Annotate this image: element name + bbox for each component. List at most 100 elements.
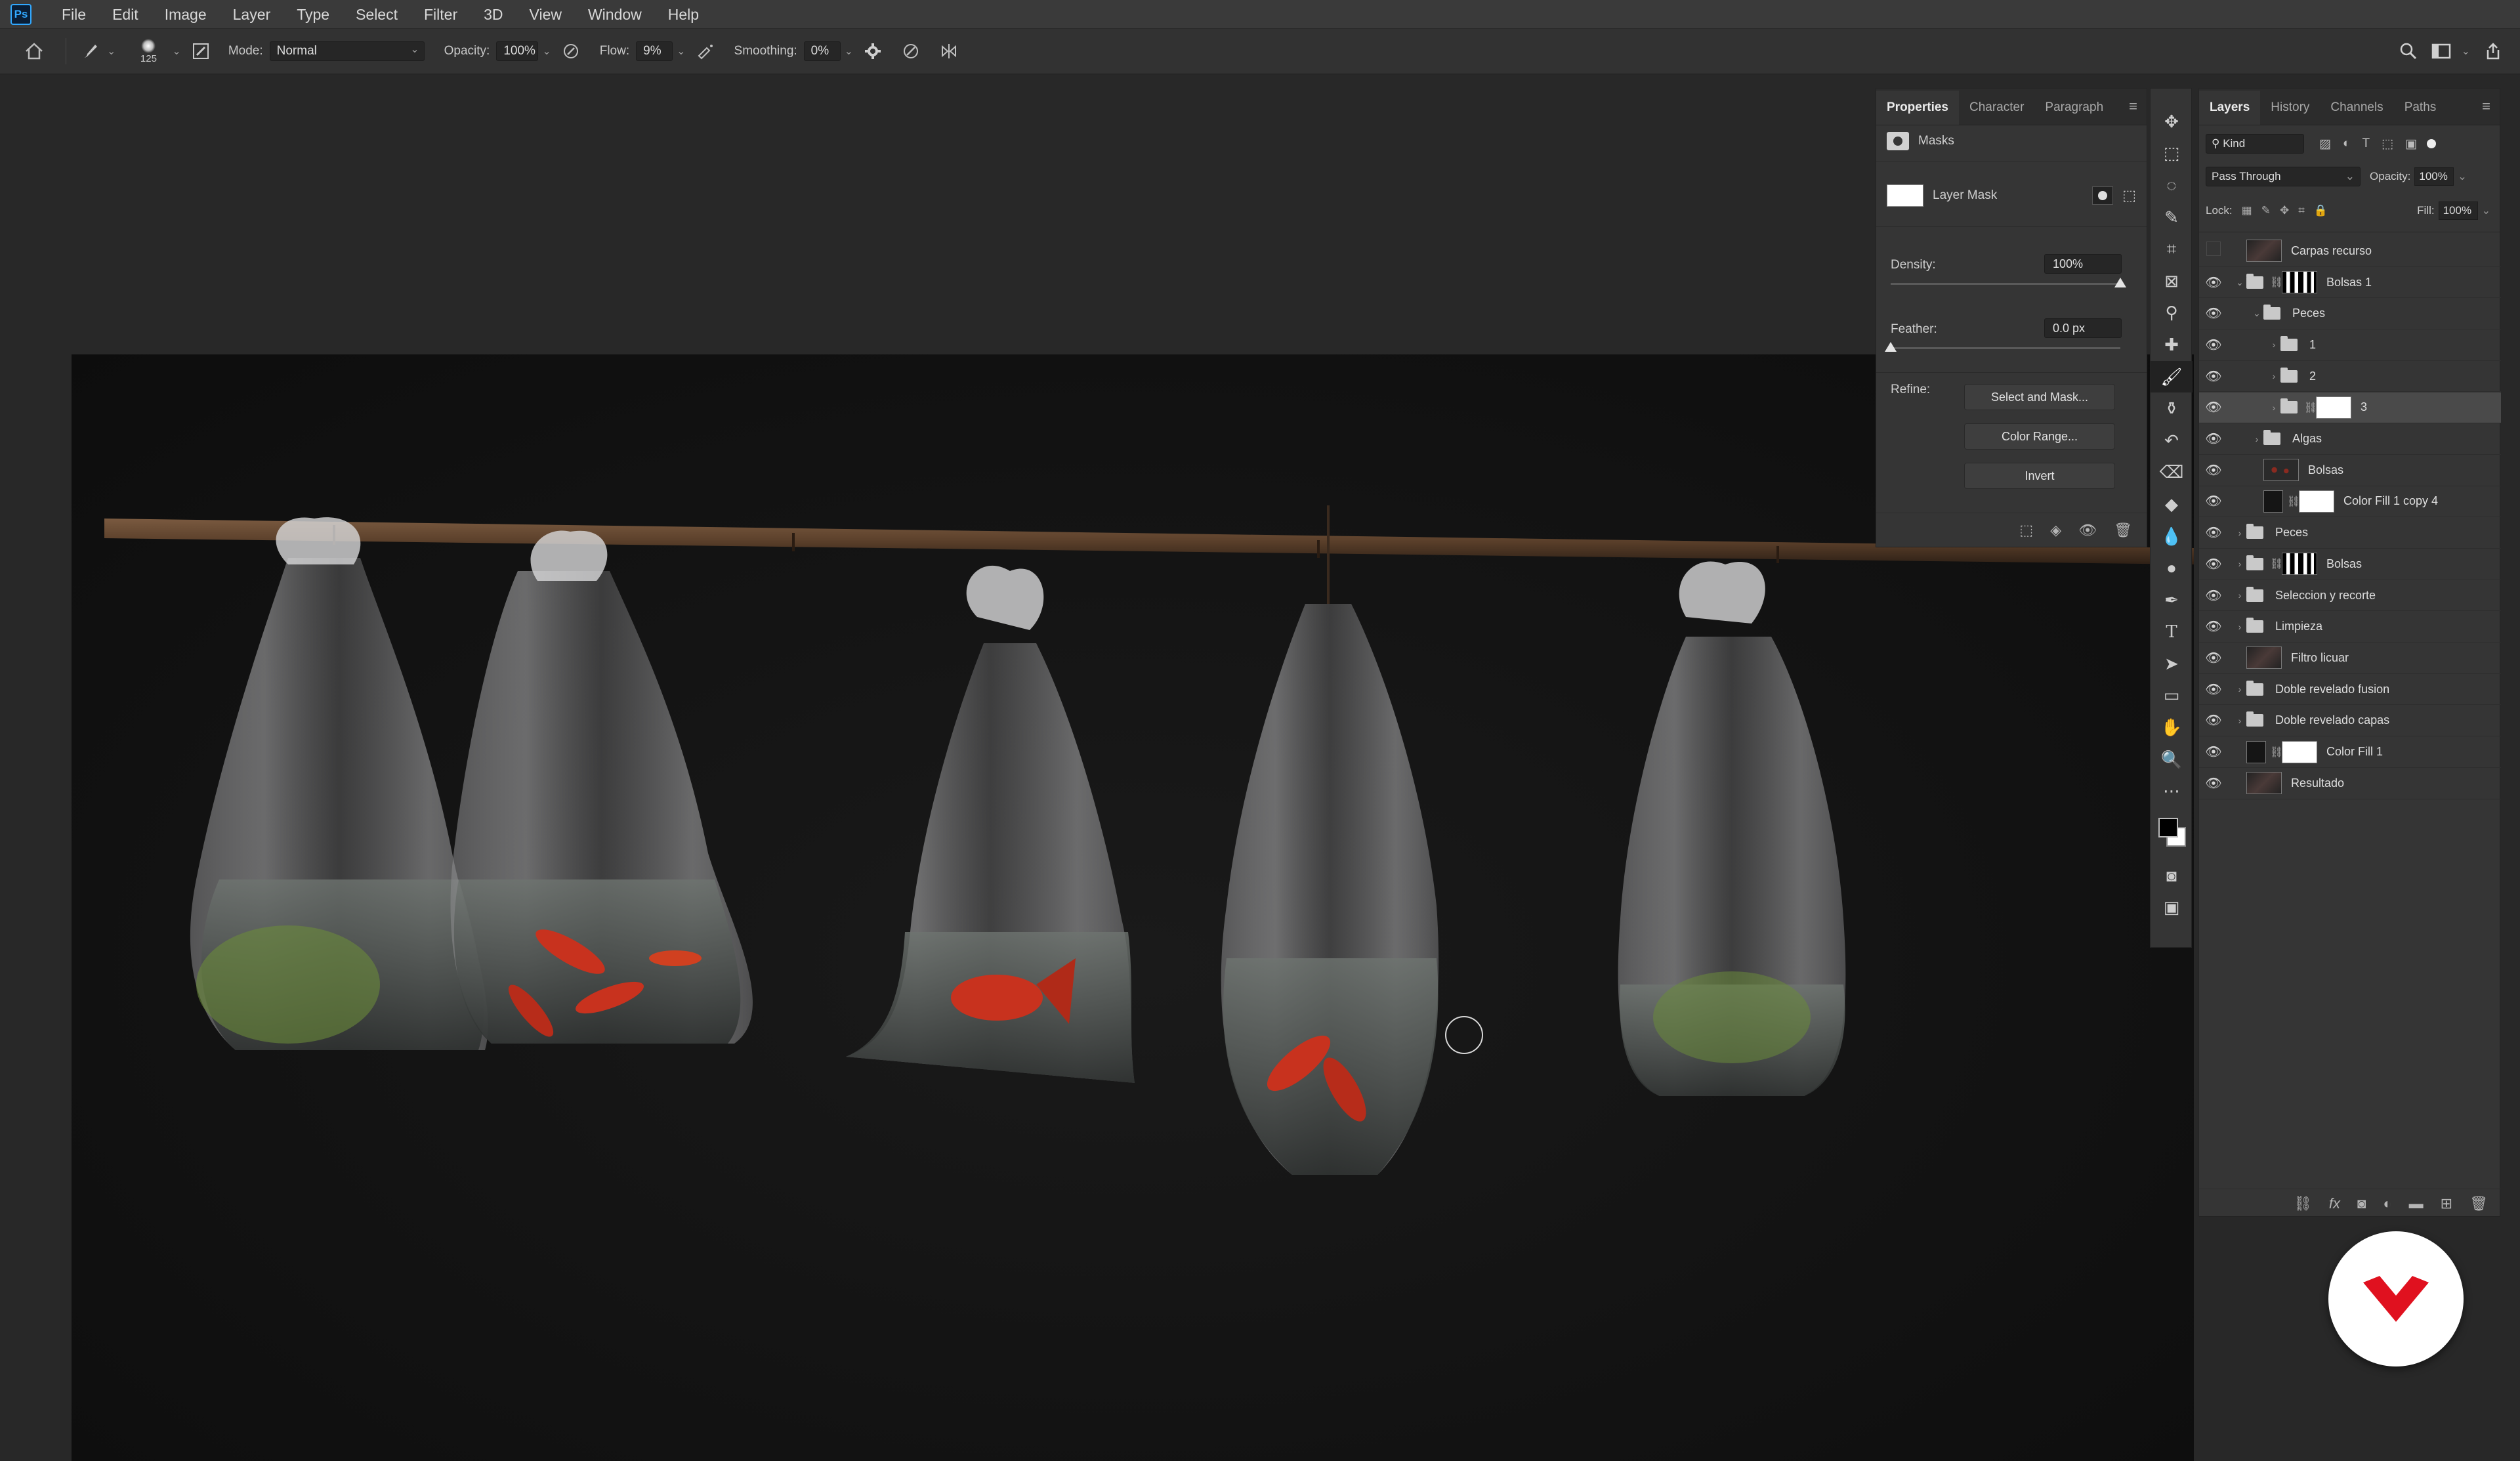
symmetry-icon[interactable] xyxy=(936,43,962,60)
layer-row[interactable]: 👁 › 2 xyxy=(2199,361,2501,392)
layer-row[interactable]: 👁 › Seleccion y recorte xyxy=(2199,580,2501,612)
layer-row[interactable]: 👁 › Limpieza xyxy=(2199,611,2501,643)
expand-toggle-icon[interactable]: › xyxy=(2233,684,2246,694)
tab-character[interactable]: Character xyxy=(1959,91,2034,125)
menu-edit[interactable]: Edit xyxy=(99,0,152,29)
layer-opacity-input[interactable]: 100% xyxy=(2414,167,2454,186)
layer-mask-row[interactable]: Layer Mask ⬚ xyxy=(1887,184,2136,207)
menu-view[interactable]: View xyxy=(516,0,575,29)
tab-properties[interactable]: Properties xyxy=(1876,91,1959,125)
color-range-button[interactable]: Color Range... xyxy=(1964,423,2115,450)
type-tool-icon[interactable]: T xyxy=(2151,616,2193,648)
visibility-eye-icon[interactable]: 👁 xyxy=(2199,493,2228,509)
expand-toggle-icon[interactable]: › xyxy=(2233,715,2246,726)
visibility-eye-icon[interactable]: 👁 xyxy=(2199,524,2228,541)
expand-toggle-icon[interactable]: › xyxy=(2233,590,2246,601)
filter-shape-icon[interactable]: ⬚ xyxy=(2382,137,2393,152)
layer-mask-thumbnail[interactable] xyxy=(2299,490,2334,513)
expand-toggle-icon[interactable]: › xyxy=(2250,434,2263,444)
chevron-down-icon[interactable]: ⌄ xyxy=(172,45,180,58)
move-tool-icon[interactable]: ✥ xyxy=(2151,106,2193,138)
pressure-size-icon[interactable] xyxy=(898,43,924,60)
visibility-eye-icon[interactable]: 👁 xyxy=(2199,744,2228,760)
expand-toggle-icon[interactable]: › xyxy=(2233,559,2246,569)
quick-select-tool-icon[interactable]: ✎ xyxy=(2151,201,2193,234)
path-select-tool-icon[interactable]: ➤ xyxy=(2151,648,2193,680)
link-layers-icon[interactable]: ⛓ xyxy=(2294,1195,2312,1212)
tab-channels[interactable]: Channels xyxy=(2320,91,2393,125)
layer-row[interactable]: 👁 › Algas xyxy=(2199,423,2501,455)
share-icon[interactable] xyxy=(2477,42,2510,60)
expand-toggle-icon[interactable]: ⌄ xyxy=(2250,308,2263,319)
visibility-eye-icon[interactable]: 👁 xyxy=(2199,399,2228,415)
canvas-area[interactable] xyxy=(0,76,2194,1461)
menu-image[interactable]: Image xyxy=(152,0,220,29)
link-icon[interactable]: ⛓ xyxy=(2270,746,2283,759)
smoothing-input[interactable]: 0% xyxy=(803,41,841,61)
visibility-eye-icon[interactable]: 👁 xyxy=(2199,712,2228,729)
flow-input[interactable]: 9% xyxy=(636,41,673,61)
frame-tool-icon[interactable]: ⊠ xyxy=(2151,265,2193,297)
link-icon[interactable]: ⛓ xyxy=(2270,557,2283,570)
pixel-mask-icon[interactable] xyxy=(2092,186,2114,205)
search-icon[interactable] xyxy=(2392,42,2425,60)
pressure-opacity-icon[interactable] xyxy=(558,43,584,60)
menu-layer[interactable]: Layer xyxy=(220,0,284,29)
density-slider-track[interactable] xyxy=(1891,283,2120,285)
blend-mode-select[interactable]: Pass Through ⌄ xyxy=(2206,167,2361,186)
healing-brush-tool-icon[interactable]: ✚ xyxy=(2151,329,2193,361)
menu-file[interactable]: File xyxy=(49,0,99,29)
visibility-eye-icon[interactable]: 👁 xyxy=(2199,337,2228,353)
panel-menu-icon[interactable]: ≡ xyxy=(2129,98,2137,115)
lock-transparent-icon[interactable]: ▦ xyxy=(2242,204,2252,217)
color-swatches[interactable] xyxy=(2151,807,2191,860)
layer-mask-thumbnail[interactable] xyxy=(2316,396,2351,419)
fx-icon[interactable]: fx xyxy=(2329,1195,2340,1212)
menu-help[interactable]: Help xyxy=(655,0,712,29)
link-icon[interactable]: ⛓ xyxy=(2270,276,2283,289)
fill-input[interactable]: 100% xyxy=(2438,201,2478,220)
add-mask-icon[interactable]: ◙ xyxy=(2357,1195,2366,1212)
foreground-color-swatch[interactable] xyxy=(2158,818,2178,838)
quick-mask-icon[interactable]: ◙ xyxy=(2151,860,2193,892)
layer-row[interactable]: 👁 › Doble revelado fusion xyxy=(2199,674,2501,706)
feather-input[interactable]: 0.0 px xyxy=(2044,318,2122,338)
filter-kind-select[interactable]: ⚲ Kind xyxy=(2206,134,2304,154)
visibility-eye-icon[interactable]: 👁 xyxy=(2199,305,2228,322)
layer-row[interactable]: 👁 ⛓ Color Fill 1 xyxy=(2199,736,2501,768)
chevron-down-icon[interactable]: ⌄ xyxy=(107,45,116,58)
menu-select[interactable]: Select xyxy=(343,0,411,29)
visibility-eye-icon[interactable]: 👁 xyxy=(2199,587,2228,604)
pen-tool-icon[interactable]: ✒ xyxy=(2151,584,2193,616)
link-icon[interactable]: ⛓ xyxy=(2287,495,2300,508)
dodge-tool-icon[interactable]: ● xyxy=(2151,552,2193,584)
visibility-eye-icon[interactable]: 👁 xyxy=(2199,775,2228,792)
trash-icon[interactable]: 🗑 xyxy=(2469,1195,2488,1212)
visibility-eye-icon[interactable]: 👁 xyxy=(2199,650,2228,666)
eraser-tool-icon[interactable]: ⌫ xyxy=(2151,457,2193,489)
layer-row[interactable]: 👁 Bolsas xyxy=(2199,455,2501,486)
layer-row[interactable]: 👁 Filtro licuar xyxy=(2199,643,2501,674)
layer-row[interactable]: 👁 ⌄ ⛓ Bolsas 1 xyxy=(2199,267,2501,299)
gear-icon[interactable] xyxy=(860,43,886,60)
panel-menu-icon[interactable]: ≡ xyxy=(2482,98,2490,115)
lock-artboard-icon[interactable]: ⌗ xyxy=(2298,204,2305,217)
chevron-down-icon[interactable]: ⌄ xyxy=(542,45,551,58)
tab-paragraph[interactable]: Paragraph xyxy=(2034,91,2114,125)
layer-row[interactable]: 👁 › Peces xyxy=(2199,517,2501,549)
crop-tool-icon[interactable]: ⌗ xyxy=(2151,233,2193,265)
chevron-down-icon[interactable]: ⌄ xyxy=(2462,45,2470,58)
apply-mask-icon[interactable]: ◈ xyxy=(2050,522,2061,539)
visibility-eye-icon[interactable]: 👁 xyxy=(2199,462,2228,478)
expand-toggle-icon[interactable]: › xyxy=(2267,402,2280,413)
menu-type[interactable]: Type xyxy=(284,0,343,29)
chevron-down-icon[interactable]: ⌄ xyxy=(2458,170,2466,183)
layer-row[interactable]: Carpas recurso xyxy=(2199,236,2501,267)
layer-mask-thumbnail[interactable] xyxy=(2282,740,2317,763)
hand-tool-icon[interactable]: ✋ xyxy=(2151,711,2193,744)
chevron-down-icon[interactable]: ⌄ xyxy=(677,45,685,58)
chevron-down-icon[interactable]: ⌄ xyxy=(845,45,853,58)
airbrush-icon[interactable] xyxy=(692,43,719,60)
more-tools-icon[interactable]: ⋯ xyxy=(2151,775,2193,807)
menu-window[interactable]: Window xyxy=(575,0,655,29)
